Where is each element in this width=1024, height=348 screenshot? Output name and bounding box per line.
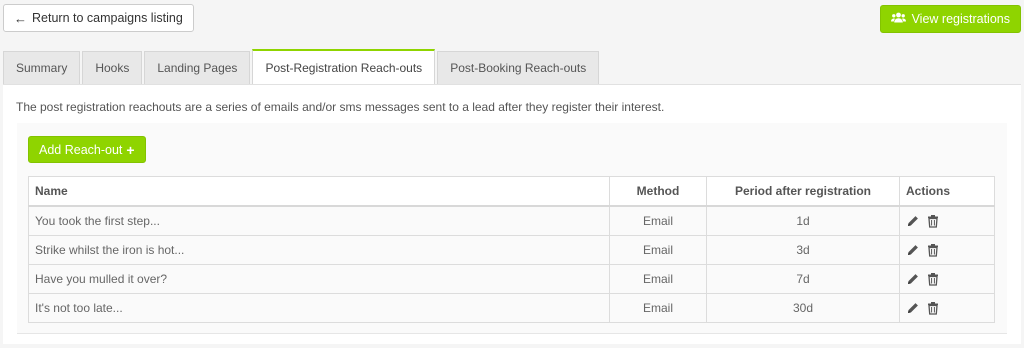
row-period: 3d	[706, 235, 900, 265]
row-actions	[899, 235, 995, 265]
users-icon	[890, 12, 906, 26]
table-row: Have you mulled it over? Email 7d	[28, 264, 995, 294]
row-name: Have you mulled it over?	[28, 264, 610, 294]
reach-outs-section: Add Reach-out + Name Method Period after…	[17, 123, 1007, 334]
tab-landing-pages[interactable]: Landing Pages	[144, 51, 251, 84]
header-period: Period after registration	[706, 176, 900, 207]
trash-icon[interactable]	[926, 272, 940, 287]
trash-icon[interactable]	[926, 243, 940, 258]
trash-icon[interactable]	[926, 301, 940, 316]
header-actions: Actions	[899, 176, 995, 207]
tab-summary[interactable]: Summary	[3, 51, 81, 84]
reach-outs-table: Name Method Period after registration Ac…	[28, 176, 995, 323]
tab-post-registration-reach-outs[interactable]: Post-Registration Reach-outs	[252, 49, 436, 84]
pencil-icon[interactable]	[906, 214, 920, 228]
row-method: Email	[609, 264, 707, 294]
tab-bar: Summary Hooks Landing Pages Post-Registr…	[3, 49, 1021, 84]
table-header-row: Name Method Period after registration Ac…	[28, 176, 995, 207]
pencil-icon[interactable]	[906, 243, 920, 257]
header-name: Name	[28, 176, 610, 207]
plus-icon: +	[126, 141, 135, 158]
intro-text: The post registration reachouts are a se…	[16, 100, 665, 114]
row-method: Email	[609, 293, 707, 323]
return-to-campaigns-button[interactable]: ← Return to campaigns listing	[3, 4, 194, 32]
return-label: Return to campaigns listing	[32, 11, 183, 25]
row-name: It's not too late...	[28, 293, 610, 323]
reach-outs-panel: The post registration reachouts are a se…	[3, 84, 1021, 344]
add-reach-out-button[interactable]: Add Reach-out +	[28, 136, 146, 163]
table-row: Strike whilst the iron is hot... Email 3…	[28, 235, 995, 265]
table-row: It's not too late... Email 30d	[28, 293, 995, 323]
pencil-icon[interactable]	[906, 301, 920, 315]
row-actions	[899, 293, 995, 323]
row-method: Email	[609, 205, 707, 236]
table-row: You took the first step... Email 1d	[28, 205, 995, 236]
add-reach-out-label: Add Reach-out	[39, 142, 123, 157]
tab-hooks[interactable]: Hooks	[82, 51, 143, 84]
row-name: You took the first step...	[28, 205, 610, 236]
header-method: Method	[609, 176, 707, 207]
row-method: Email	[609, 235, 707, 265]
arrow-left-icon: ←	[14, 10, 27, 26]
view-registrations-label: View registrations	[911, 12, 1010, 26]
row-actions	[899, 205, 995, 236]
view-registrations-button[interactable]: View registrations	[879, 5, 1021, 33]
pencil-icon[interactable]	[906, 272, 920, 286]
tab-post-booking-reach-outs[interactable]: Post-Booking Reach-outs	[437, 51, 600, 84]
row-period: 30d	[706, 293, 900, 323]
row-period: 1d	[706, 205, 900, 236]
row-name: Strike whilst the iron is hot...	[28, 235, 610, 265]
row-actions	[899, 264, 995, 294]
row-period: 7d	[706, 264, 900, 294]
trash-icon[interactable]	[926, 214, 940, 229]
